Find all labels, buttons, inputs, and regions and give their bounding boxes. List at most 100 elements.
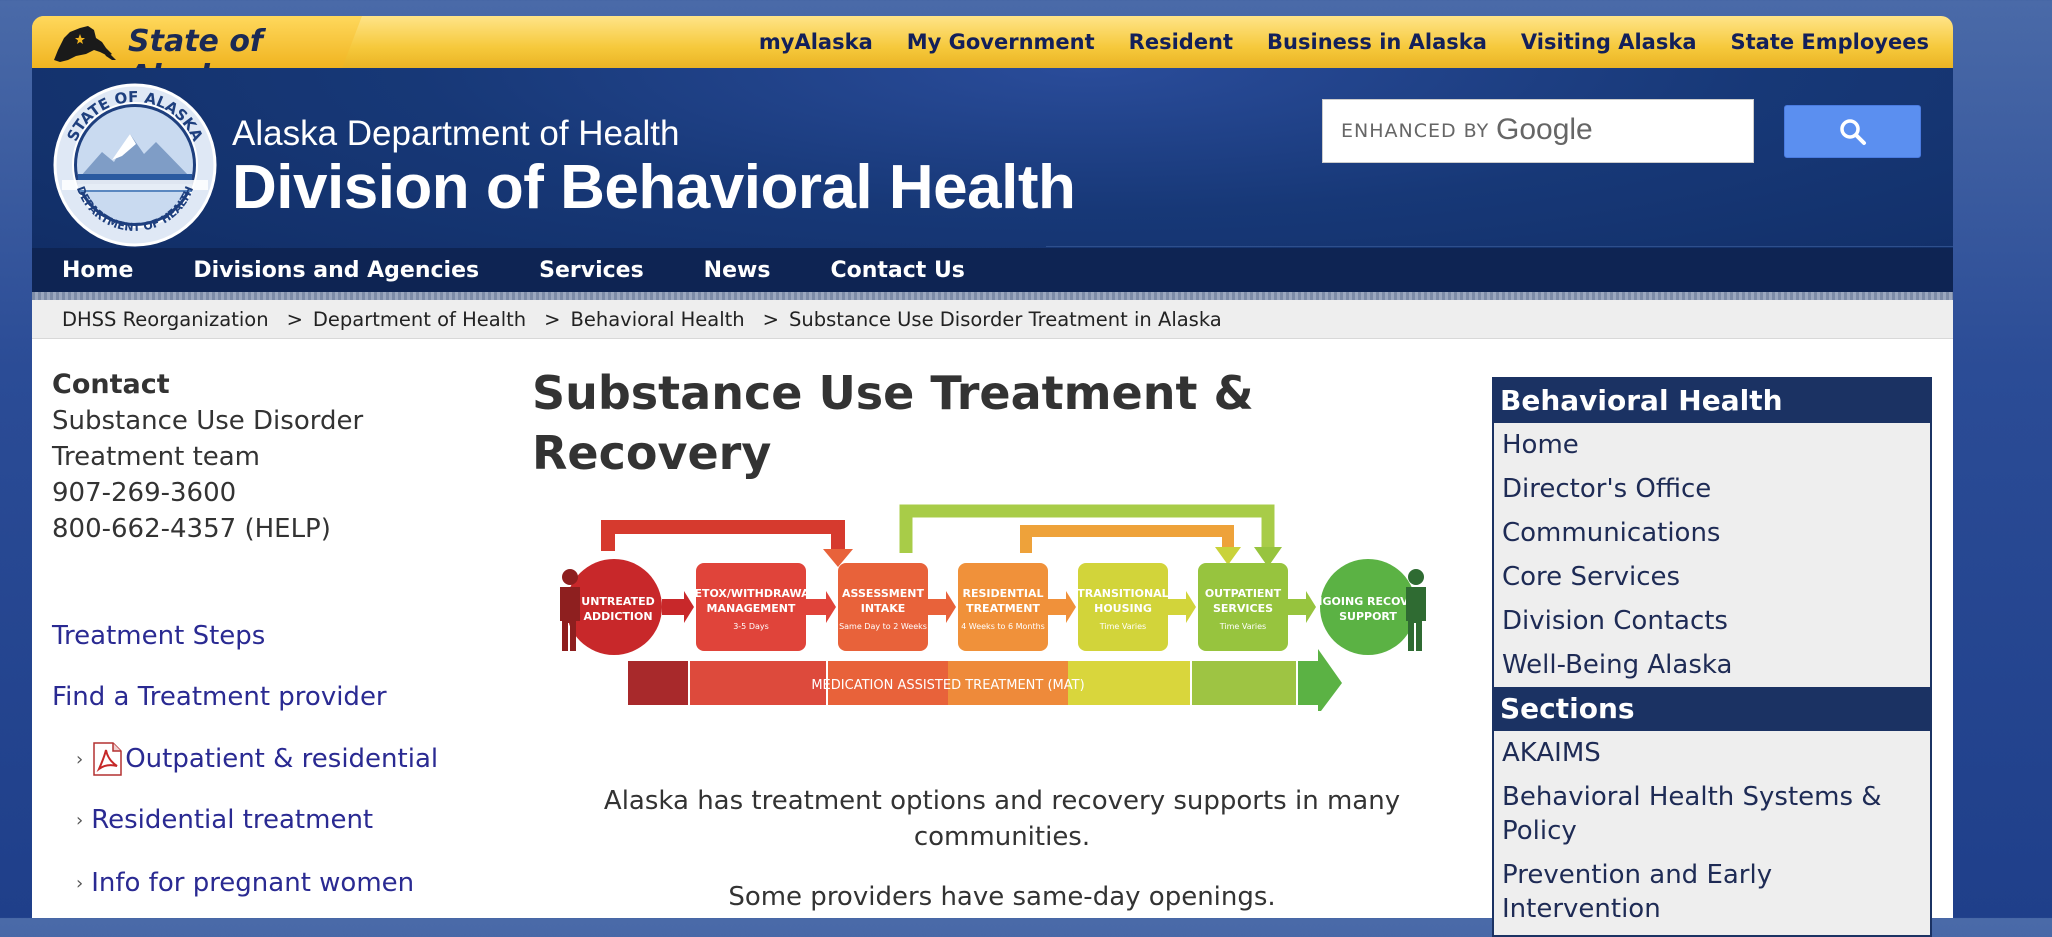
header-stripe — [32, 292, 1953, 300]
sidebar-item-home[interactable]: Home — [1494, 423, 1930, 467]
stage-5: OUTPATIENT SERVICES Time Varies — [1198, 563, 1288, 651]
site-header: STATE OF ALASKA DEPARTMENT OF HEALTH Ala… — [32, 68, 1953, 292]
pdf-icon — [93, 742, 122, 776]
toplink-state-employees[interactable]: State Employees — [1731, 30, 1930, 54]
stage-label: OUTPATIENT — [1205, 587, 1282, 600]
breadcrumb: DHSS Reorganization > Department of Heal… — [32, 300, 1953, 339]
contact-phone: 907-269-3600 — [52, 478, 237, 508]
department-name: Alaska Department of Health — [232, 114, 680, 153]
stage-label: UNTREATED — [581, 595, 654, 608]
breadcrumb-separator: > — [544, 307, 561, 331]
sidebar-item-well-being-alaska[interactable]: Well-Being Alaska — [1494, 643, 1930, 687]
sidebar-heading-sections: Sections — [1494, 687, 1930, 731]
sidebar-item-systems-policy[interactable]: Behavioral Health Systems & Policy — [1494, 775, 1930, 853]
stage-duration: 4 Weeks to 6 Months — [961, 622, 1045, 631]
breadcrumb-separator: > — [286, 307, 303, 331]
toplink-visiting[interactable]: Visiting Alaska — [1521, 30, 1697, 54]
breadcrumb-current: Substance Use Disorder Treatment in Alas… — [789, 307, 1222, 331]
stage-duration: Time Varies — [1099, 622, 1146, 631]
alaska-map-icon — [54, 26, 116, 62]
search-icon — [1839, 118, 1866, 145]
sublink-label[interactable]: Residential treatment — [91, 805, 373, 835]
nav-contact-us[interactable]: Contact Us — [830, 258, 964, 283]
link-find-treatment-provider[interactable]: Find a Treatment provider — [52, 682, 387, 712]
sublink-label[interactable]: Info for pregnant women — [91, 868, 414, 898]
nav-news[interactable]: News — [704, 258, 771, 283]
chevron-right-icon: › — [76, 809, 84, 831]
mat-bar-label: MEDICATION ASSISTED TREATMENT (MAT) — [811, 678, 1084, 693]
stage-duration: 3-5 Days — [733, 622, 769, 631]
state-topbar: State of Alaska myAlaska My Government R… — [32, 16, 1953, 68]
breadcrumb-separator: > — [762, 307, 780, 331]
sublink-label[interactable]: Outpatient & residential — [125, 744, 438, 774]
stage-label: HOUSING — [1094, 602, 1152, 615]
chevron-right-icon: › — [76, 872, 84, 894]
state-of-alaska-home-link[interactable]: State of Alaska — [32, 16, 362, 68]
search-enhanced-by: ENHANCED BY — [1341, 120, 1490, 142]
sidebar-item-core-services[interactable]: Core Services — [1494, 555, 1930, 599]
nav-home[interactable]: Home — [62, 258, 133, 283]
contact-help-phone: 800-662-4357 (HELP) — [52, 514, 331, 544]
breadcrumb-item[interactable]: DHSS Reorganization — [62, 308, 269, 331]
main-nav: Home Divisions and Agencies Services New… — [32, 248, 1953, 292]
stage-label: MANAGEMENT — [707, 602, 796, 615]
toplink-business[interactable]: Business in Alaska — [1267, 30, 1487, 54]
division-title[interactable]: Division of Behavioral Health — [232, 152, 1076, 223]
treatment-pathway-diagram: UNTREATED ADDICTION DETOX/WITHDRAWAL MANAGE… — [560, 504, 1433, 711]
same-day-paragraph: Some providers have same-day openings. — [728, 882, 1276, 912]
left-column: Contact Substance Use Disorder Treatment… — [52, 367, 502, 898]
stage-label: ASSESSMENT — [842, 587, 924, 600]
sidebar-item-division-contacts[interactable]: Division Contacts — [1494, 599, 1930, 643]
state-seal-logo[interactable]: STATE OF ALASKA DEPARTMENT OF HEALTH — [52, 82, 218, 248]
nav-divisions-and-agencies[interactable]: Divisions and Agencies — [193, 258, 479, 283]
sidebar-item-prevention[interactable]: Prevention and Early Intervention — [1494, 853, 1930, 931]
stage-label: DETOX/WITHDRAWAL — [685, 587, 816, 600]
toplink-my-government[interactable]: My Government — [907, 30, 1095, 54]
nav-services[interactable]: Services — [539, 258, 644, 283]
breadcrumb-item[interactable]: Behavioral Health — [570, 308, 744, 331]
sidebar-heading-behavioral-health: Behavioral Health — [1494, 379, 1930, 423]
main-column: Substance Use Treatment & Recovery UNTRE… — [532, 363, 1472, 912]
contact-line: Treatment team — [52, 442, 261, 472]
page-title: Substance Use Treatment & Recovery — [532, 366, 1254, 480]
page: State of Alaska myAlaska My Government R… — [32, 16, 1953, 937]
stage-label: ADDICTION — [583, 610, 652, 623]
link-treatment-steps[interactable]: Treatment Steps — [52, 621, 265, 651]
sidebar-item-directors-office[interactable]: Director's Office — [1494, 467, 1930, 511]
search-input[interactable]: ENHANCED BY Google — [1322, 99, 1754, 163]
stage-2: ASSESSMENT INTAKE Same Day to 2 Weeks — [838, 563, 928, 651]
stage-4: TRANSITIONAL HOUSING Time Varies — [1077, 563, 1169, 651]
stage-label: INTAKE — [861, 602, 906, 615]
stage-duration: Same Day to 2 Weeks — [839, 622, 927, 631]
chevron-right-icon: › — [76, 748, 84, 770]
stage-arrow — [1168, 591, 1196, 623]
contact-line: Substance Use Disorder — [52, 406, 364, 436]
toplink-resident[interactable]: Resident — [1129, 30, 1233, 54]
stage-label: SERVICES — [1213, 602, 1273, 615]
sublink-residential-treatment[interactable]: › Residential treatment — [76, 805, 373, 835]
search-button[interactable] — [1784, 105, 1921, 158]
sidebar-item-communications[interactable]: Communications — [1494, 511, 1930, 555]
person-icon — [1406, 569, 1426, 651]
stage-label: TRANSITIONAL — [1077, 587, 1168, 600]
stage-label: SUPPORT — [1339, 610, 1397, 623]
stage-0: UNTREATED ADDICTION — [566, 559, 662, 655]
content-area: Contact Substance Use Disorder Treatment… — [32, 339, 1953, 937]
top-links: myAlaska My Government Resident Business… — [759, 16, 1929, 68]
google-logo: Google — [1496, 113, 1593, 146]
toplink-myalaska[interactable]: myAlaska — [759, 30, 873, 54]
right-sidebar: Behavioral Health Home Director's Office… — [1492, 377, 1932, 937]
sublink-outpatient-residential[interactable]: › Outpatient & residential — [76, 742, 438, 776]
sidebar-item-akaims[interactable]: AKAIMS — [1494, 731, 1930, 775]
stage-arrow — [1048, 591, 1076, 623]
stage-3: RESIDENTIAL TREATMENT 4 Weeks to 6 Months — [958, 563, 1048, 651]
nav-divider — [1046, 246, 1953, 247]
contact-heading: Contact — [52, 369, 170, 400]
stage-duration: Time Varies — [1219, 622, 1266, 631]
stage-label: TREATMENT — [966, 602, 1040, 615]
sublink-pregnant-women[interactable]: › Info for pregnant women — [76, 868, 414, 898]
breadcrumb-item[interactable]: Department of Health — [313, 308, 526, 331]
intro-paragraph: Alaska has treatment options and recover… — [603, 786, 1401, 852]
stage-arrow — [928, 591, 956, 623]
stage-label: RESIDENTIAL — [963, 587, 1044, 600]
